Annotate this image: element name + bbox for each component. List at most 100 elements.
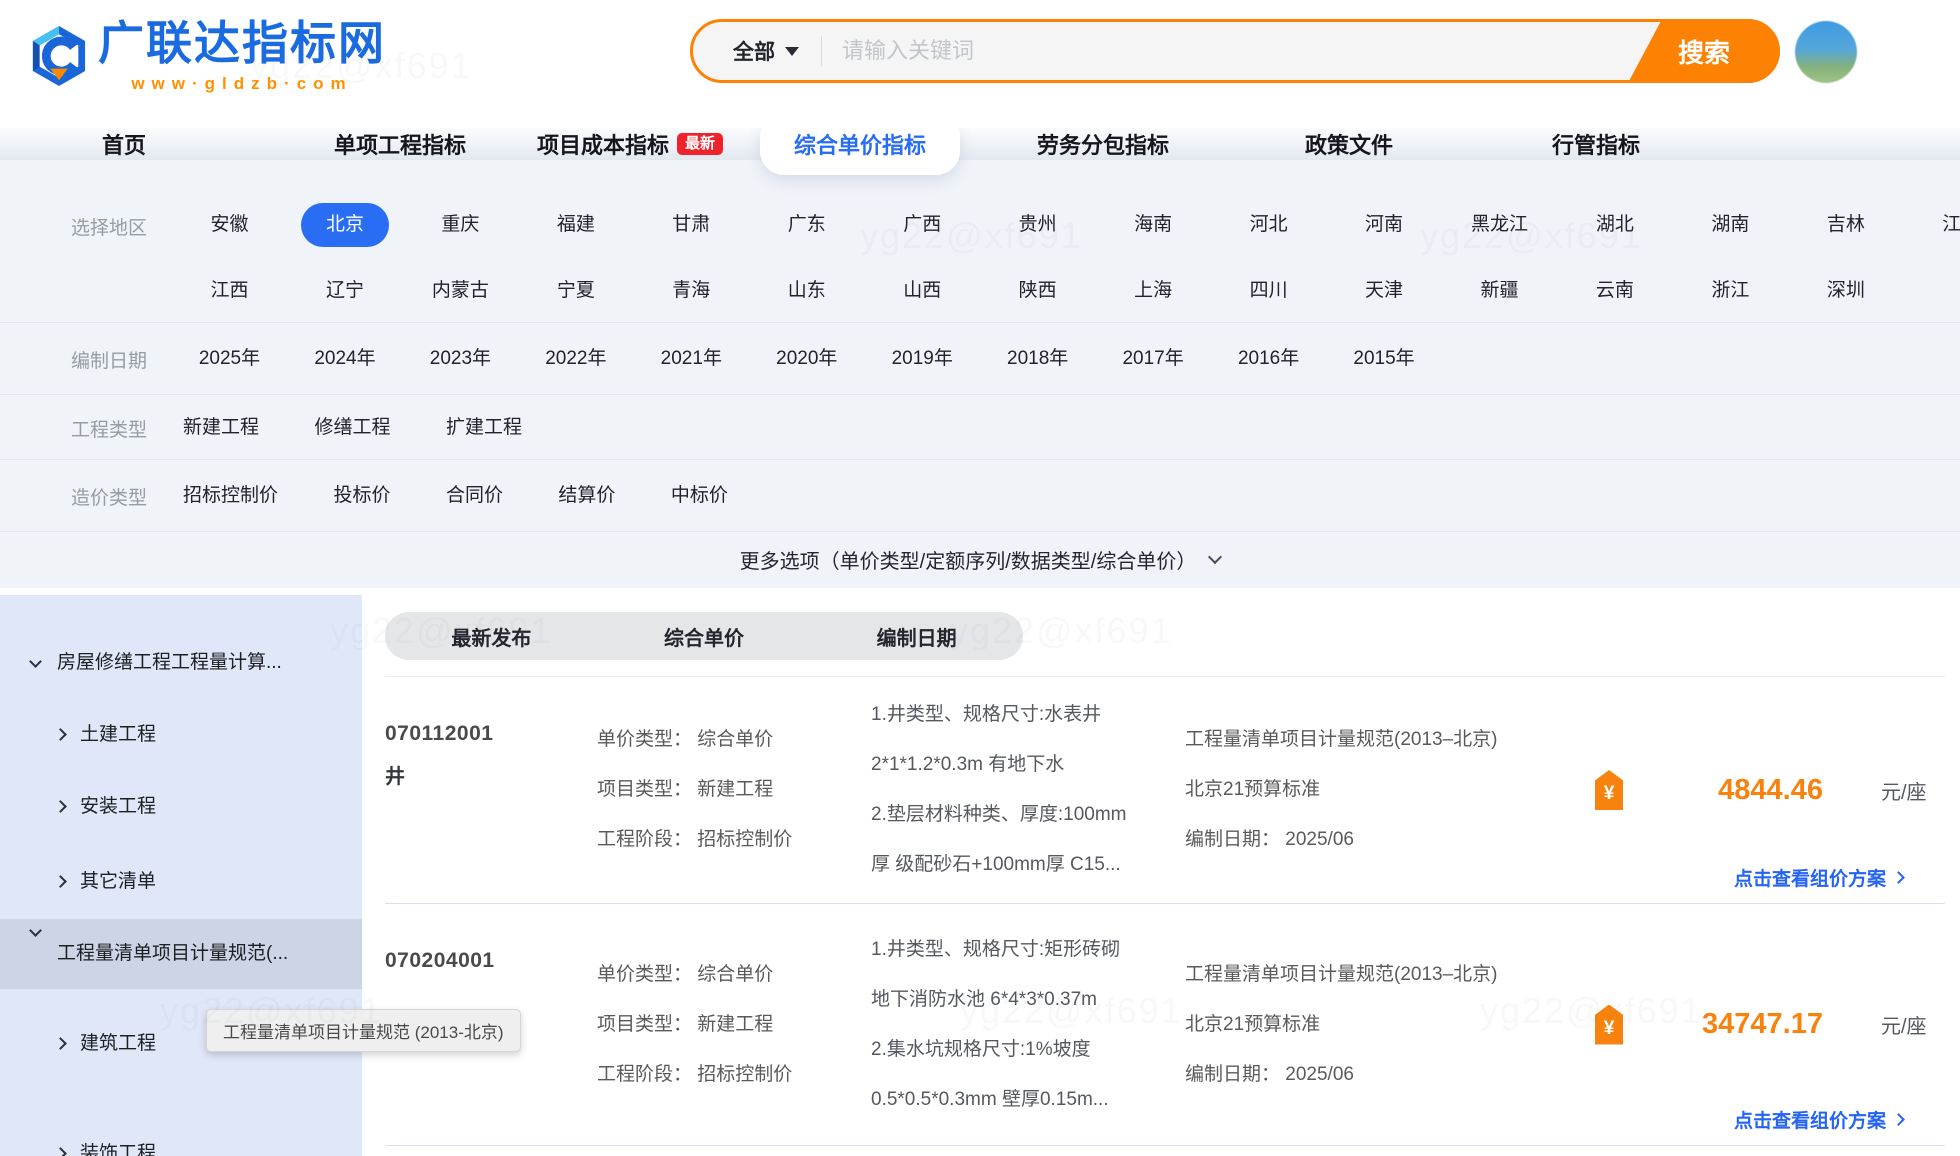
region-option[interactable]: 天津 — [1329, 278, 1440, 304]
filter-row-region: 选择地区 安徽 北京 重庆 福建 甘肃 广东 广西 贵州 — [0, 160, 1960, 323]
filter-label-date: 编制日期 — [71, 346, 147, 373]
region-option[interactable]: 安徽 — [174, 212, 285, 238]
region-option[interactable]: 广东 — [751, 212, 862, 238]
sort-tab[interactable]: 综合单价 — [664, 622, 744, 651]
item-code: 070204001 — [385, 949, 585, 973]
sort-tab[interactable]: 编制日期 — [877, 622, 957, 651]
region-option-label: 甘肃 — [672, 212, 710, 238]
sidebar-item[interactable]: 其它清单 — [0, 869, 362, 895]
date-option[interactable]: 2025年 — [174, 346, 285, 372]
view-plan-link[interactable]: 点击查看组价方案 — [1734, 1106, 1903, 1133]
search-category-dropdown[interactable]: 全部 — [693, 36, 821, 66]
region-option[interactable]: 山东 — [751, 278, 862, 304]
region-option[interactable]: 山西 — [867, 278, 978, 304]
content-area: 房屋修缮工程工程量计算... 土建工程 安装工程 其它清单 — [0, 588, 1960, 1156]
item-attributes: 单价类型： 综合单价项目类型： 新建工程工程阶段： 招标控制价 — [597, 727, 792, 853]
region-option[interactable]: 江苏 — [1906, 212, 1960, 238]
region-option[interactable]: 云南 — [1559, 278, 1670, 304]
date-option[interactable]: 2020年 — [751, 346, 862, 372]
date-option[interactable]: 2021年 — [636, 346, 747, 372]
logo[interactable]: 广联达指标网 www·gldzb·com — [30, 14, 386, 94]
region-option-label: 广东 — [788, 212, 826, 238]
date-option-label: 2018年 — [1007, 346, 1068, 372]
price-type-option[interactable]: 结算价 — [558, 483, 615, 509]
price-type-option[interactable]: 投标价 — [333, 483, 390, 509]
price-type-option[interactable]: 合同价 — [446, 483, 503, 509]
region-option[interactable]: 深圳 — [1790, 278, 1901, 304]
region-option[interactable]: 新疆 — [1444, 278, 1555, 304]
date-option[interactable]: 2022年 — [520, 346, 631, 372]
avatar[interactable] — [1795, 21, 1857, 83]
date-option[interactable]: 2019年 — [867, 346, 978, 372]
region-option-label: 宁夏 — [557, 278, 595, 304]
sidebar-item[interactable]: 装饰工程 — [0, 1141, 362, 1156]
nav-item[interactable]: 单项工程指标 — [334, 128, 466, 160]
region-option[interactable]: 湖南 — [1675, 212, 1786, 238]
region-option[interactable]: 湖北 — [1559, 212, 1670, 238]
chevron-right-icon — [54, 728, 67, 741]
nav-item-label: 首页 — [102, 128, 146, 160]
nav-item-label: 综合单价指标 — [794, 128, 926, 160]
region-option-label: 青海 — [672, 278, 710, 304]
region-option[interactable]: 辽宁 — [289, 278, 400, 304]
project-type-option[interactable]: 修缮工程 — [314, 415, 390, 441]
date-option[interactable]: 2015年 — [1329, 346, 1440, 372]
yuan-tag-icon: ¥ — [1595, 770, 1623, 810]
region-option[interactable]: 江西 — [174, 278, 285, 304]
result-row: 070204001 单价类型： 综合单价项目类型： 新建工程工程阶段： 招标控制… — [385, 904, 1945, 1146]
nav-item[interactable]: 首页 — [102, 128, 146, 160]
date-option[interactable]: 2023年 — [405, 346, 516, 372]
region-option[interactable]: 福建 — [520, 212, 631, 238]
more-options-toggle[interactable]: 更多选项（单价类型/定额序列/数据类型/综合单价） — [0, 532, 1960, 587]
region-option-label: 福建 — [557, 212, 595, 238]
sidebar-item[interactable]: 土建工程 — [0, 722, 362, 748]
region-option[interactable]: 河北 — [1213, 212, 1324, 238]
search-category-value: 全部 — [733, 36, 775, 66]
region-option[interactable]: 贵州 — [982, 212, 1093, 238]
date-option[interactable]: 2016年 — [1213, 346, 1324, 372]
region-option[interactable]: 内蒙古 — [405, 278, 516, 304]
description-line: 2.垫层材料种类、厚度:100mm — [871, 802, 1181, 828]
nav-item[interactable]: 项目成本指标 最新 — [537, 128, 723, 160]
item-meta: 工程量清单项目计量规范(2013–北京)北京21预算标准编制日期： 2025/0… — [1185, 962, 1535, 1088]
region-option[interactable]: 宁夏 — [520, 278, 631, 304]
meta-line: 工程量清单项目计量规范(2013–北京) — [1185, 962, 1535, 988]
view-plan-link[interactable]: 点击查看组价方案 — [1734, 864, 1903, 891]
date-option[interactable]: 2017年 — [1098, 346, 1209, 372]
filter-label-project-type: 工程类型 — [71, 415, 147, 442]
filter-row-project-type: 工程类型 新建工程 修缮工程 扩建工程 — [0, 395, 1960, 460]
region-option[interactable]: 北京 — [289, 203, 400, 247]
search-input[interactable] — [822, 22, 1777, 80]
nav-item[interactable]: 行管指标 — [1552, 128, 1640, 160]
nav-item[interactable]: 劳务分包指标 — [1037, 128, 1169, 160]
price-type-options: 招标控制价 投标价 合同价 结算价 中标价 — [183, 483, 1960, 509]
sidebar-item-label: 其它清单 — [80, 871, 156, 892]
project-type-option[interactable]: 扩建工程 — [446, 415, 522, 441]
region-option[interactable]: 青海 — [636, 278, 747, 304]
region-row-2: 江西 辽宁 内蒙古 宁夏 青海 山东 山西 陕西 上海 四 — [174, 278, 1960, 304]
date-option[interactable]: 2024年 — [289, 346, 400, 372]
price-type-option[interactable]: 中标价 — [671, 483, 728, 509]
price-type-option[interactable]: 招标控制价 — [183, 483, 278, 509]
sidebar-item[interactable]: 房屋修缮工程工程量计算... — [0, 650, 362, 676]
sidebar-item[interactable]: 安装工程 — [0, 794, 362, 820]
region-option[interactable]: 海南 — [1098, 212, 1209, 238]
region-option[interactable]: 河南 — [1329, 212, 1440, 238]
nav-item-label: 项目成本指标 — [537, 128, 669, 160]
date-option[interactable]: 2018年 — [982, 346, 1093, 372]
sort-tab[interactable]: 最新发布 — [451, 622, 531, 651]
region-option[interactable]: 甘肃 — [636, 212, 747, 238]
project-type-option[interactable]: 新建工程 — [183, 415, 259, 441]
region-option[interactable]: 陕西 — [982, 278, 1093, 304]
region-option[interactable]: 浙江 — [1675, 278, 1786, 304]
nav-item[interactable]: 政策文件 — [1305, 128, 1393, 160]
region-option[interactable]: 上海 — [1098, 278, 1209, 304]
sidebar-item[interactable]: 工程量清单项目计量规范(... — [0, 919, 362, 989]
region-option[interactable]: 吉林 — [1790, 212, 1901, 238]
chevron-down-icon — [29, 655, 42, 668]
description-line: 2*1*1.2*0.3m 有地下水 — [871, 752, 1181, 778]
region-option[interactable]: 四川 — [1213, 278, 1324, 304]
region-option[interactable]: 广西 — [867, 212, 978, 238]
region-option[interactable]: 重庆 — [405, 212, 516, 238]
region-option[interactable]: 黑龙江 — [1444, 212, 1555, 238]
